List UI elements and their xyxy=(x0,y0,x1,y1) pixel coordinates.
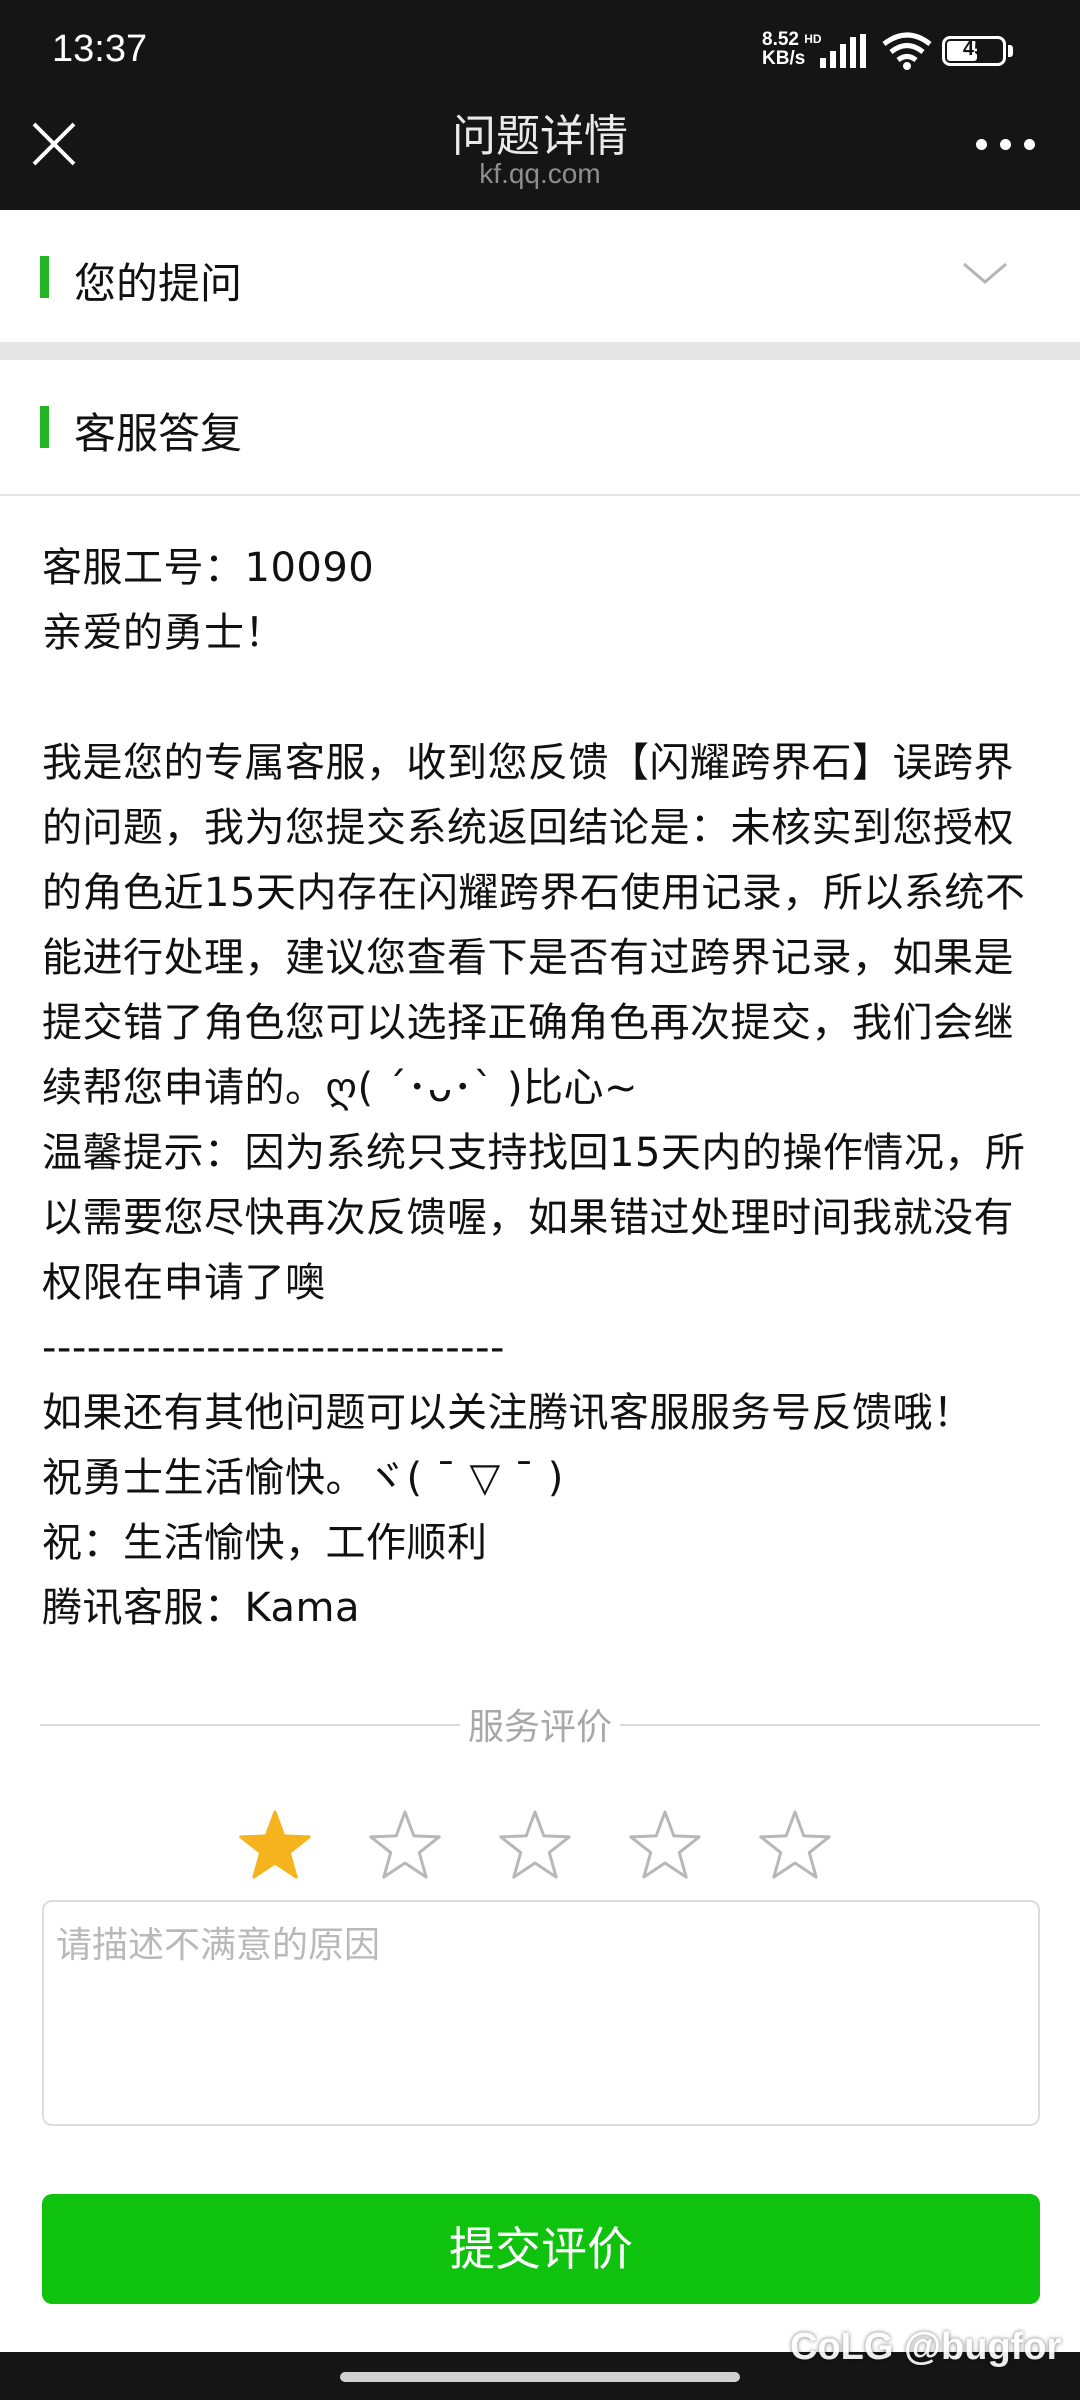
question-section-header[interactable]: 您的提问 xyxy=(0,210,1080,342)
home-indicator[interactable] xyxy=(340,2372,740,2382)
reason-input[interactable] xyxy=(42,1900,1040,2126)
star-icon-4[interactable] xyxy=(626,1808,704,1884)
network-speed-unit: KB/s xyxy=(762,48,806,69)
chevron-down-icon[interactable] xyxy=(960,256,1010,290)
reply-section-title: 客服答复 xyxy=(74,409,243,458)
star-icon-1[interactable] xyxy=(236,1808,314,1884)
network-speed-value: 8.52 xyxy=(762,29,799,50)
star-icon-5[interactable] xyxy=(756,1808,834,1884)
submit-rating-button[interactable]: 提交评价 xyxy=(42,2194,1040,2304)
battery-icon: 45 xyxy=(942,36,1013,66)
nav-bar: 问题详情 kf.qq.com xyxy=(0,100,1080,210)
status-time: 13:37 xyxy=(52,28,148,70)
cell-signal-icon xyxy=(820,34,866,68)
star-rating[interactable] xyxy=(236,1808,876,1888)
page-domain: kf.qq.com xyxy=(479,158,601,189)
watermark: CoLG @bugfor xyxy=(790,2326,1062,2368)
page-title: 问题详情 xyxy=(452,111,628,162)
star-icon-3[interactable] xyxy=(496,1808,574,1884)
rating-divider: 服务评价 xyxy=(40,1698,1040,1752)
reply-section-header: 客服答复 xyxy=(0,360,1080,492)
hd-label: HD xyxy=(804,32,822,46)
network-speed: 8.52 HD KB/s xyxy=(762,30,822,68)
rating-label: 服务评价 xyxy=(463,1707,616,1748)
section-accent-bar xyxy=(40,256,49,298)
status-bar: 13:37 8.52 HD KB/s 45 xyxy=(0,0,1080,100)
battery-level: 45 xyxy=(962,38,986,60)
star-icon-2[interactable] xyxy=(366,1808,444,1884)
section-accent-bar xyxy=(40,406,49,448)
divider xyxy=(0,494,1080,496)
question-section-title: 您的提问 xyxy=(74,259,243,308)
reply-text: 客服工号：10090 亲爱的勇士！ 我是您的专属客服，收到您反馈【闪耀跨界石】误… xyxy=(42,545,1026,1631)
more-options-icon[interactable] xyxy=(974,130,1038,160)
section-gap xyxy=(0,342,1080,360)
wifi-icon xyxy=(882,32,932,70)
